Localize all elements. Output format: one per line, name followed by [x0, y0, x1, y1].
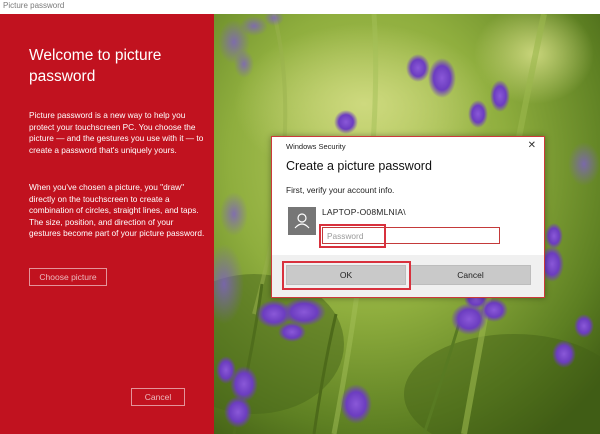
close-icon[interactable]: ✕ [528, 140, 536, 151]
dialog-subtitle: First, verify your account info. [286, 185, 395, 195]
instructions-paragraph: When you've chosen a picture, you "draw"… [29, 182, 205, 239]
user-avatar-icon [288, 207, 316, 235]
window-title: Picture password [3, 1, 65, 10]
windows-security-dialog: Windows Security ✕ Create a picture pass… [271, 136, 545, 298]
account-username: LAPTOP-O08MLNIA\ [322, 207, 406, 217]
dialog-body: Create a picture password First, verify … [272, 155, 544, 255]
welcome-panel: Welcome to picture password Picture pass… [0, 14, 214, 434]
password-input[interactable] [322, 227, 500, 244]
welcome-heading: Welcome to picture password [29, 47, 162, 85]
ok-button[interactable]: OK [286, 265, 406, 285]
panel-cancel-button[interactable]: Cancel [131, 388, 185, 406]
window-titlebar: Picture password [0, 0, 600, 14]
intro-paragraph: Picture password is a new way to help yo… [29, 110, 204, 155]
dialog-cancel-button[interactable]: Cancel [410, 265, 531, 285]
choose-picture-button[interactable]: Choose picture [29, 268, 107, 286]
dialog-caption: Windows Security [286, 142, 346, 151]
dialog-header: Windows Security ✕ [272, 137, 544, 155]
dialog-title: Create a picture password [286, 159, 432, 173]
